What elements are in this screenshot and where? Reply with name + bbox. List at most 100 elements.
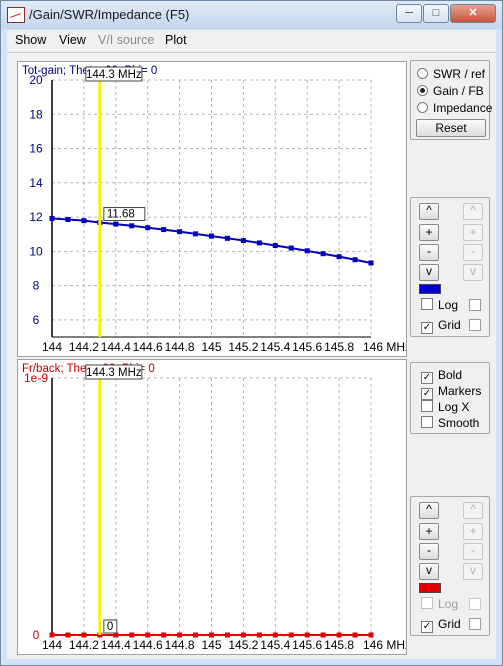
frback-grid-label: Grid: [438, 617, 461, 631]
x-tick-label: 145.4: [260, 638, 290, 652]
frback-log-right-checkbox[interactable]: [469, 598, 481, 610]
gain-plus-right-button[interactable]: +: [463, 224, 483, 241]
data-point-marker: [304, 248, 310, 254]
radio-swr-ref[interactable]: SWR / ref: [417, 67, 485, 81]
frback-color-swatch[interactable]: [419, 583, 441, 593]
data-point-marker: [336, 254, 342, 260]
gain-log-right-checkbox[interactable]: [469, 299, 481, 311]
cursor-value-label: 11.68: [107, 209, 135, 221]
close-button[interactable]: ✕: [450, 4, 496, 23]
gain-minus-button[interactable]: -: [419, 244, 439, 261]
gain-plot-panel[interactable]: 6 8 10 12 14 16 18 20 144 144.2 144.4 144.6 144.8 145…: [17, 61, 411, 357]
frback-grid-checkbox[interactable]: ✓ Grid: [421, 617, 461, 633]
frback-plus-button[interactable]: +: [419, 523, 439, 540]
smooth-label: Smooth: [438, 416, 480, 430]
smooth-checkbox[interactable]: Smooth: [421, 416, 479, 430]
frback-down-button[interactable]: v: [419, 563, 439, 580]
y-tick-label: 12: [29, 210, 43, 224]
frback-plot-panel[interactable]: 0 1e-9 144 144.2 144.4 144.6 144.8 145 145.2 145.…: [17, 359, 411, 655]
reset-button[interactable]: Reset: [416, 119, 486, 137]
gain-grid-checkbox[interactable]: ✓ Grid: [421, 318, 461, 334]
frback-plus-right-button[interactable]: +: [463, 523, 483, 540]
frback-minus-right-button[interactable]: -: [463, 543, 483, 560]
data-point-marker: [368, 632, 374, 638]
frback-down-right-button[interactable]: v: [463, 563, 483, 580]
data-point-marker: [65, 216, 71, 222]
data-point-marker: [224, 235, 230, 241]
menu-view[interactable]: View: [59, 33, 86, 47]
x-tick-label: 144.2: [69, 638, 99, 652]
gain-color-swatch[interactable]: [419, 284, 441, 294]
gain-down-right-button[interactable]: v: [463, 264, 483, 281]
gain-down-button[interactable]: v: [419, 264, 439, 281]
radio-impedance[interactable]: Impedance: [417, 101, 492, 115]
frback-scale-group: ^ ^ + + - - v v Log ✓ Grid: [410, 496, 490, 636]
data-point-marker: [256, 240, 262, 246]
gain-up-button[interactable]: ^: [419, 203, 439, 220]
data-point-marker: [65, 632, 71, 638]
data-point-marker: [49, 632, 55, 638]
gain-grid-label: Grid: [438, 318, 461, 332]
x-tick-label: 144: [42, 340, 62, 354]
menu-vi-source[interactable]: V/I source: [98, 33, 154, 47]
markers-label: Markers: [438, 384, 482, 398]
checkbox-box: ✓: [421, 372, 433, 384]
bold-label: Bold: [438, 368, 463, 382]
gain-log-label: Log: [438, 298, 459, 312]
radio-indicator: [417, 102, 428, 113]
frback-chart: 01e-9144 144.2 144.4 144.6 144.8 145 145.2 145.…: [22, 363, 411, 652]
data-point-marker: [224, 632, 230, 638]
y-tick-label: 14: [29, 176, 43, 190]
x-tick-label: 145.2: [228, 340, 258, 354]
data-point-marker: [81, 632, 87, 638]
checkbox-box: [421, 298, 433, 310]
bold-checkbox[interactable]: ✓ Bold: [421, 368, 462, 384]
menu-plot[interactable]: Plot: [165, 33, 187, 47]
y-tick-label: 18: [29, 107, 43, 121]
y-tick-label: 8: [33, 279, 40, 293]
logx-checkbox[interactable]: Log X: [421, 400, 469, 414]
data-point-marker: [177, 632, 183, 638]
frback-log-label: Log: [438, 597, 459, 611]
data-point-marker: [240, 238, 246, 244]
x-tick-label: 144.4: [101, 340, 131, 354]
checkbox-box: ✓: [421, 322, 433, 334]
gain-minus-right-button[interactable]: -: [463, 244, 483, 261]
checkbox-box: [421, 416, 433, 428]
x-tick-label: 144.4: [101, 638, 131, 652]
frback-log-checkbox[interactable]: Log: [421, 597, 458, 611]
radio-gain-fb[interactable]: Gain / FB: [417, 84, 484, 98]
x-tick-label: 145.8: [324, 638, 354, 652]
x-tick-label: 145.2: [228, 638, 258, 652]
plot-type-group: SWR / ref Gain / FB Impedance Reset: [410, 60, 492, 140]
gain-plus-button[interactable]: +: [419, 224, 439, 241]
frback-up-button[interactable]: ^: [419, 502, 439, 519]
data-point-marker: [304, 632, 310, 638]
data-point-marker: [209, 632, 214, 638]
minimize-button[interactable]: ─: [396, 4, 422, 23]
data-point-marker: [256, 632, 262, 638]
menu-show[interactable]: Show: [15, 33, 46, 47]
x-tick-label: 145.6: [292, 638, 322, 652]
x-tick-label: 144.2: [69, 340, 99, 354]
data-point-marker: [145, 225, 151, 231]
data-point-marker: [113, 221, 119, 227]
gain-log-checkbox[interactable]: Log: [421, 298, 458, 312]
x-tick-label: 146 MHz: [363, 638, 406, 652]
radio-indicator: [417, 68, 428, 79]
frback-up-right-button[interactable]: ^: [463, 502, 483, 519]
title-bar[interactable]: /Gain/SWR/Impedance (F5) ─ □ ✕: [1, 1, 502, 29]
markers-checkbox[interactable]: ✓ Markers: [421, 384, 481, 400]
checkbox-box: ✓: [421, 388, 433, 400]
frback-grid-right-checkbox[interactable]: [469, 618, 481, 630]
data-point-marker: [145, 632, 151, 638]
gain-up-right-button[interactable]: ^: [463, 203, 483, 220]
gain-grid-right-checkbox[interactable]: [469, 319, 481, 331]
data-point-marker: [193, 231, 199, 237]
data-point-marker: [368, 260, 374, 266]
data-point-marker: [288, 245, 294, 251]
maximize-button[interactable]: □: [423, 4, 449, 23]
data-point-marker: [336, 632, 342, 638]
checkbox-box: ✓: [421, 621, 433, 633]
frback-minus-button[interactable]: -: [419, 543, 439, 560]
